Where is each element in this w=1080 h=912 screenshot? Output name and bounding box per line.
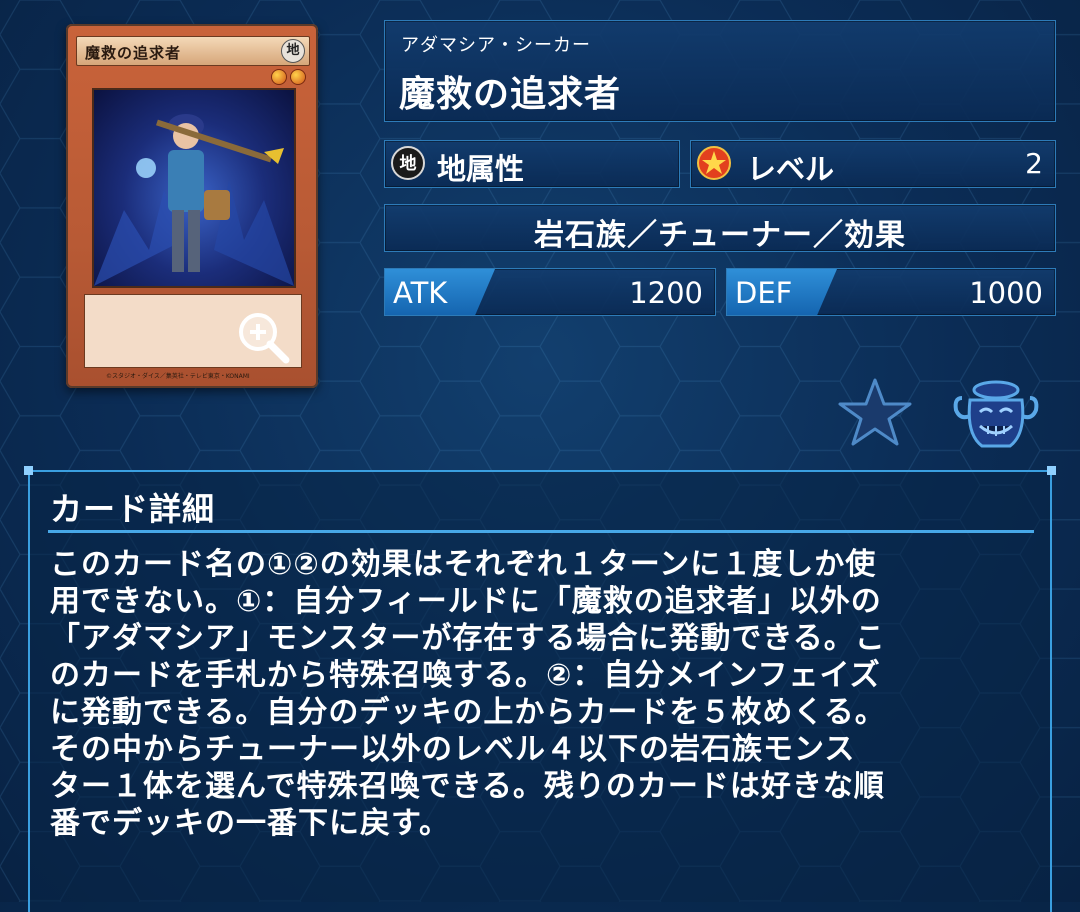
type-panel: 岩石族／チューナー／効果 <box>384 204 1056 253</box>
level-value: 2 <box>1025 147 1043 180</box>
card-image-name-bar: 魔救の追求者 地 <box>76 36 310 66</box>
atk-value: 1200 <box>629 276 703 310</box>
favorite-button[interactable] <box>836 376 914 448</box>
attribute-icon-char: 地 <box>400 153 417 174</box>
card-artwork-figure <box>94 114 294 286</box>
card-effect-text: このカード名の①②の効果はそれぞれ１ターンに１度しか使 用できない。①：自分フィ… <box>50 547 886 841</box>
atk-label: ATK <box>393 276 448 310</box>
card-detail-title: カード詳細 <box>50 490 216 528</box>
def-value: 1000 <box>969 276 1043 310</box>
earth-attribute-icon: 地 <box>391 146 425 180</box>
card-copyright: ©スタジオ・ダイス／集英社・テレビ東京・KONAMI <box>106 373 250 380</box>
card-name-panel: アダマシア・シーカー 魔救の追求者 <box>384 20 1056 122</box>
level-star-icon <box>697 146 731 180</box>
card-level-star <box>290 69 306 85</box>
star-icon <box>838 378 912 446</box>
corner-marker <box>1047 466 1056 475</box>
card-name-ruby: アダマシア・シーカー <box>401 35 591 56</box>
def-label: DEF <box>735 276 793 310</box>
attribute-label: 地属性 <box>437 152 525 186</box>
card-detail-divider <box>48 530 1034 533</box>
level-label: レベル <box>747 152 835 186</box>
card-artwork <box>92 88 296 288</box>
card-name: 魔救の追求者 <box>399 74 622 115</box>
type-line: 岩石族／チューナー／効果 <box>534 218 906 253</box>
corner-marker <box>24 466 33 475</box>
level-panel: レベル 2 <box>690 140 1056 188</box>
def-panel: DEF 1000 <box>726 268 1056 316</box>
pot-of-greed-icon <box>953 380 1039 448</box>
card-detail-section: カード詳細 このカード名の①②の効果はそれぞれ１ターンに１度しか使 用できない。… <box>24 466 1056 912</box>
atk-panel: ATK 1200 <box>384 268 716 316</box>
card-image-attribute-icon: 地 <box>281 39 305 63</box>
card-level-star <box>271 69 287 85</box>
zoom-in-icon <box>239 313 290 364</box>
card-image-name: 魔救の追求者 <box>85 44 182 62</box>
attribute-panel: 地 地属性 <box>384 140 680 188</box>
pot-button[interactable] <box>952 376 1040 452</box>
card-image-level-stars <box>268 69 306 89</box>
zoom-button[interactable] <box>234 308 294 368</box>
